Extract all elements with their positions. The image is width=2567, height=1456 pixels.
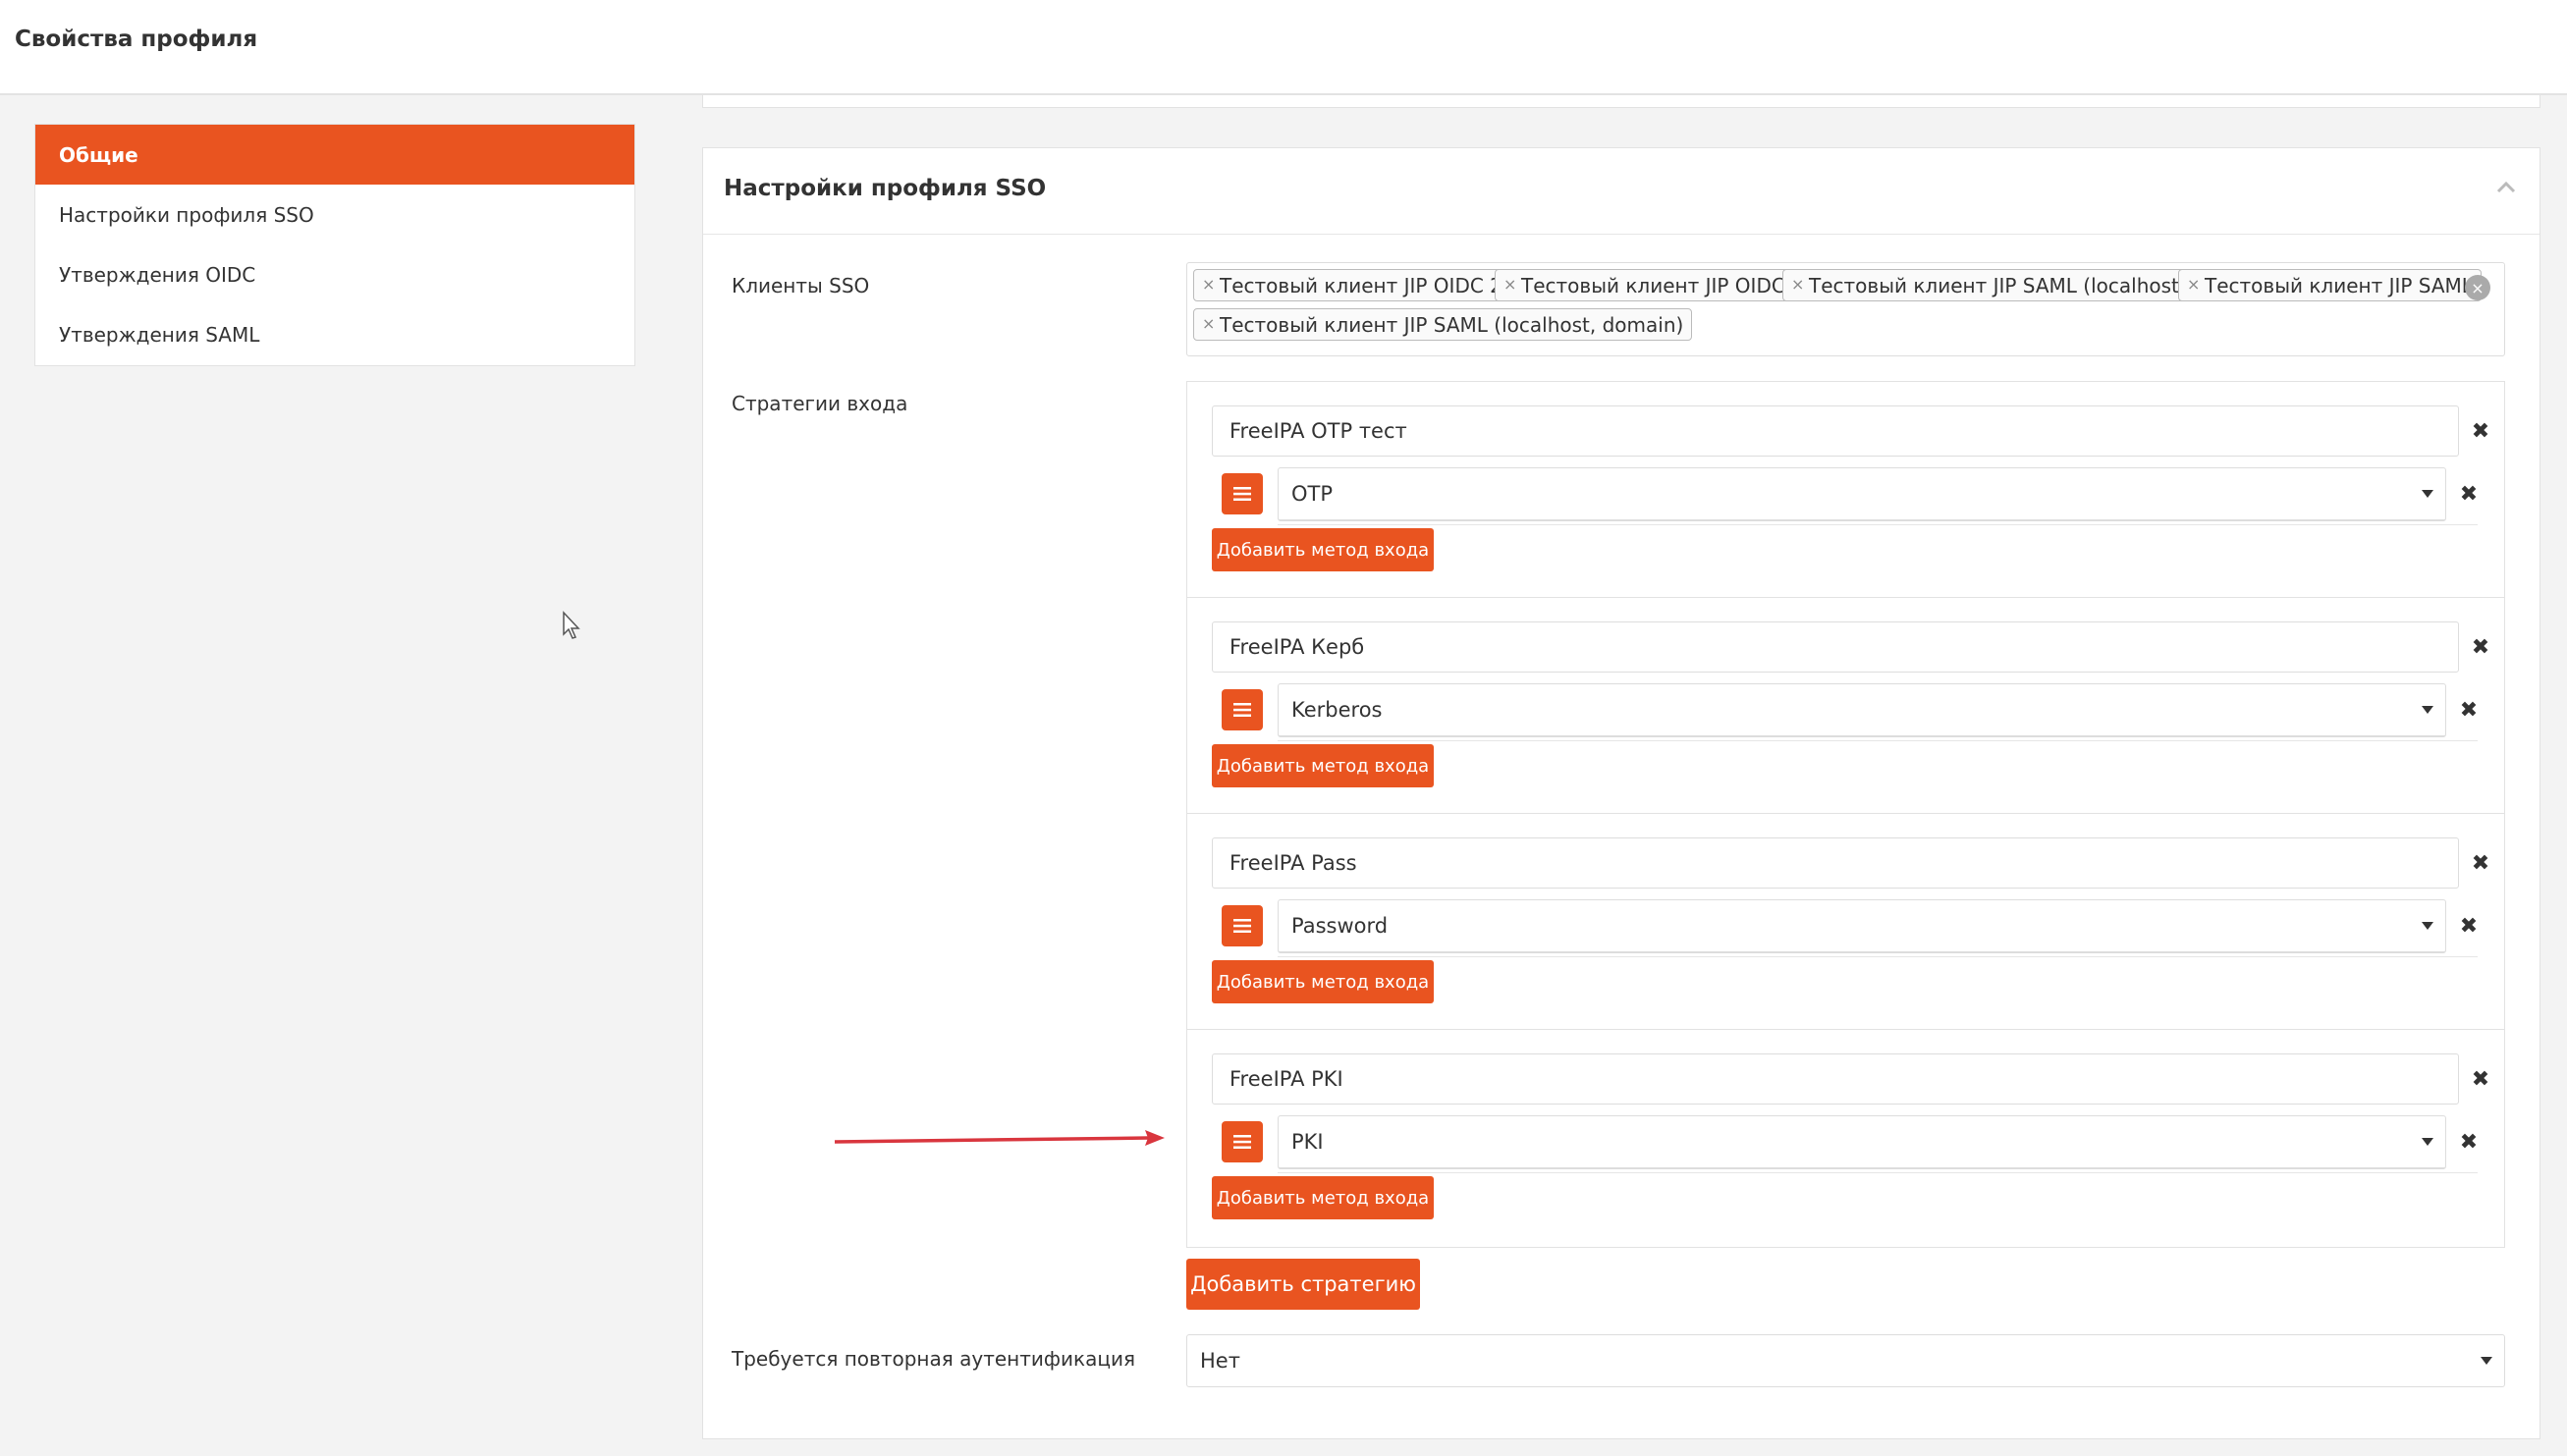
sidebar-item-sso-settings[interactable]: Настройки профиля SSO (35, 185, 634, 244)
strategy-name-input[interactable]: FreeIPA PKI (1212, 1053, 2459, 1105)
sidebar-item-general[interactable]: Общие (35, 125, 634, 185)
client-chip-label: Тестовый клиент JIP SAML (2205, 273, 2473, 297)
client-chip-label: Тестовый клиент JIP OIDC (1521, 273, 1785, 297)
remove-strategy-icon[interactable]: ✖ (2470, 853, 2491, 875)
chip-remove-icon[interactable]: × (1791, 275, 1804, 294)
caret-down-icon (2481, 1357, 2492, 1365)
add-method-button[interactable]: Добавить метод входа (1212, 1176, 1434, 1219)
client-chip[interactable]: × Тестовый клиент JIP OIDC 2 (1193, 269, 1511, 301)
method-value: PKI (1291, 1130, 1324, 1154)
chip-remove-icon[interactable]: × (1503, 275, 1516, 294)
remove-method-icon[interactable]: ✖ (2458, 1132, 2480, 1154)
page-title: Свойства профиля (15, 27, 258, 52)
divider (1278, 956, 2478, 957)
menu-icon[interactable] (1222, 1121, 1263, 1162)
menu-icon[interactable] (1222, 473, 1263, 514)
remove-strategy-icon[interactable]: ✖ (2470, 421, 2491, 443)
sso-clients-label: Клиенты SSO (732, 274, 870, 297)
reauth-select[interactable]: Нет (1186, 1334, 2505, 1387)
remove-method-icon[interactable]: ✖ (2458, 700, 2480, 722)
panel-header: Настройки профиля SSO (703, 148, 2540, 235)
remove-method-icon[interactable]: ✖ (2458, 484, 2480, 506)
reauth-label: Требуется повторная аутентификация (732, 1347, 1135, 1371)
strategies-label: Стратегии входа (732, 392, 908, 415)
chip-remove-icon[interactable]: × (1202, 275, 1215, 294)
client-chip[interactable]: × Тестовый клиент JIP SAML (2178, 269, 2482, 301)
add-method-button[interactable]: Добавить метод входа (1212, 960, 1434, 1003)
sidebar-item-oidc-claims[interactable]: Утверждения OIDC (35, 244, 634, 304)
chip-remove-icon[interactable]: × (1202, 314, 1215, 333)
remove-strategy-icon[interactable]: ✖ (2470, 1069, 2491, 1091)
client-chip-label: Тестовый клиент JIP OIDC 2 (1220, 273, 1502, 297)
clear-all-icon[interactable]: × (2465, 275, 2490, 300)
strategy-item: FreeIPA PKI ✖ PKI ✖ Добавить метод входа (1187, 1030, 2504, 1246)
method-select[interactable]: OTP (1278, 467, 2446, 521)
sso-clients-multiselect[interactable]: × Тестовый клиент JIP OIDC 2 × Тестовый … (1186, 262, 2505, 356)
strategy-name-input[interactable]: FreeIPA Керб (1212, 621, 2459, 673)
caret-down-icon (2422, 1138, 2433, 1146)
divider (1278, 1172, 2478, 1173)
caret-down-icon (2422, 706, 2433, 714)
sidebar: Общие Настройки профиля SSO Утверждения … (34, 124, 635, 366)
chip-remove-icon[interactable]: × (2187, 275, 2200, 294)
mouse-cursor-icon (563, 611, 580, 639)
caret-down-icon (2422, 490, 2433, 498)
caret-down-icon (2422, 922, 2433, 930)
add-strategy-button[interactable]: Добавить стратегию (1186, 1259, 1420, 1310)
panel-title: Настройки профиля SSO (724, 176, 1047, 201)
client-chip[interactable]: × Тестовый клиент JIP SAML (localhost, d… (1193, 308, 1693, 341)
method-value: Kerberos (1291, 698, 1383, 722)
sso-settings-panel: Настройки профиля SSO Клиенты SSO × Тест… (702, 147, 2540, 1439)
add-method-button[interactable]: Добавить метод входа (1212, 744, 1434, 787)
strategy-item: FreeIPA OTP тест ✖ OTP ✖ Добавить метод … (1187, 382, 2504, 598)
sidebar-item-saml-claims[interactable]: Утверждения SAML (35, 304, 634, 364)
menu-icon[interactable] (1222, 689, 1263, 730)
red-arrow-annotation (834, 1130, 1165, 1146)
strategy-name-input[interactable]: FreeIPA Pass (1212, 837, 2459, 889)
add-method-button[interactable]: Добавить метод входа (1212, 528, 1434, 571)
reauth-value: Нет (1200, 1349, 1240, 1373)
strategy-name-input[interactable]: FreeIPA OTP тест (1212, 405, 2459, 457)
strategy-item: FreeIPA Керб ✖ Kerberos ✖ Добавить метод… (1187, 598, 2504, 814)
top-bar: Свойства профиля (0, 0, 2567, 95)
method-select[interactable]: PKI (1278, 1115, 2446, 1169)
method-value: OTP (1291, 482, 1334, 506)
chevron-up-icon[interactable] (2494, 176, 2518, 199)
client-chip-label: Тестовый клиент JIP SAML (localhost) (1809, 273, 2187, 297)
method-value: Password (1291, 914, 1389, 938)
method-select[interactable]: Kerberos (1278, 683, 2446, 737)
strategies-list: FreeIPA OTP тест ✖ OTP ✖ Добавить метод … (1186, 381, 2505, 1248)
remove-strategy-icon[interactable]: ✖ (2470, 637, 2491, 659)
client-chip-label: Тестовый клиент JIP SAML (localhost, dom… (1220, 312, 1684, 337)
menu-icon[interactable] (1222, 905, 1263, 946)
remove-method-icon[interactable]: ✖ (2458, 916, 2480, 938)
client-chip[interactable]: × Тестовый клиент JIP SAML (localhost) (1782, 269, 2196, 301)
previous-panel-edge (702, 95, 2540, 108)
method-select[interactable]: Password (1278, 899, 2446, 953)
divider (1278, 740, 2478, 741)
divider (1278, 524, 2478, 525)
client-chip[interactable]: × Тестовый клиент JIP OIDC (1495, 269, 1794, 301)
strategy-item: FreeIPA Pass ✖ Password ✖ Добавить метод… (1187, 814, 2504, 1030)
